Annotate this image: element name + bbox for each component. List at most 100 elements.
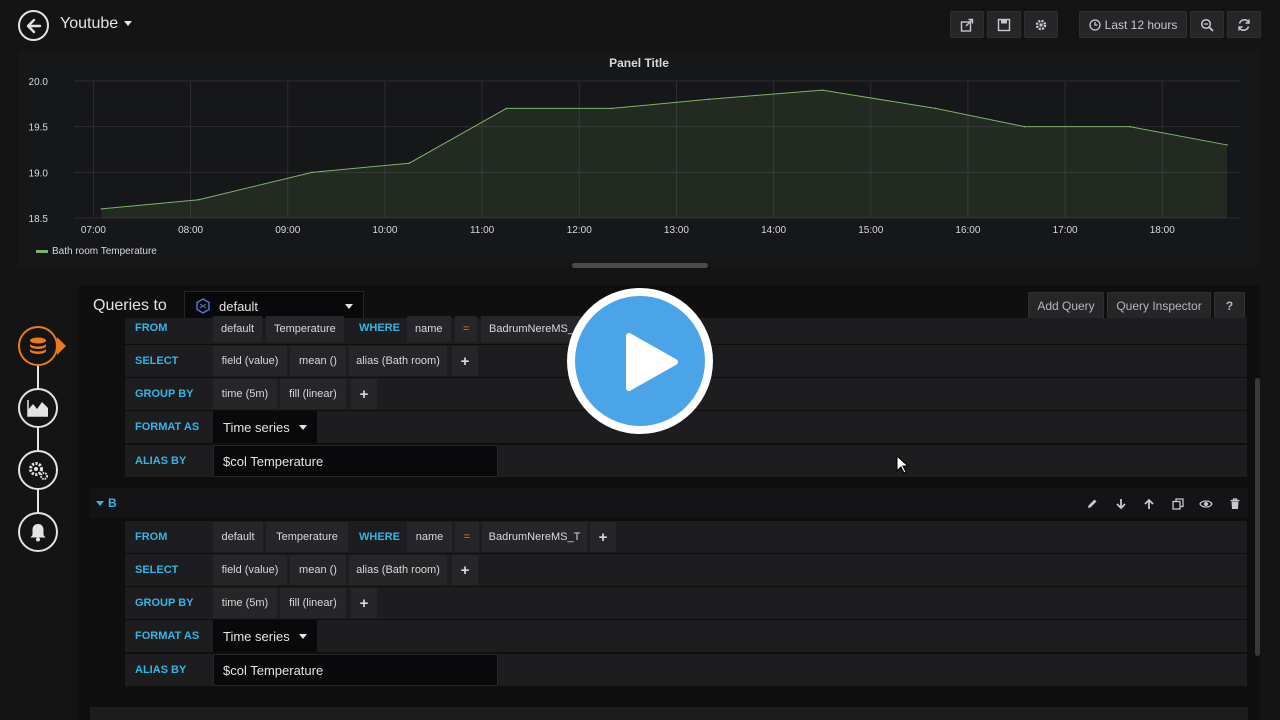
chevron-down-icon [124, 21, 133, 27]
format-as-value: Time series [223, 419, 290, 435]
data-point [934, 107, 937, 110]
toggle-visibility-button[interactable] [1198, 496, 1214, 512]
from-measurement-segment[interactable]: Temperature [266, 316, 344, 342]
data-point [1129, 125, 1131, 128]
x-tick-label: 16:00 [955, 225, 980, 236]
alert-tab[interactable] [18, 512, 58, 552]
alias-by-input[interactable]: $col Temperature [213, 654, 498, 686]
query-b-toggle[interactable]: B [96, 496, 117, 510]
add-where-button[interactable]: + [590, 522, 616, 552]
graph-panel[interactable]: Panel Title 20.0 19.5 19.0 18.5 07:00 08:00 09… [18, 50, 1260, 266]
where-operator-segment[interactable]: = [455, 522, 479, 552]
area-chart-icon [27, 400, 48, 417]
add-group-by-button[interactable]: + [351, 588, 377, 618]
play-button-disc [575, 296, 705, 426]
from-database-segment[interactable]: default [213, 316, 263, 342]
where-key-segment[interactable]: name [407, 522, 452, 552]
select-field-segment[interactable]: field (value) [213, 555, 287, 585]
save-dashboard-button[interactable] [987, 11, 1021, 38]
format-as-select[interactable]: Time series [213, 411, 317, 443]
format-as-keyword: FORMAT AS [135, 421, 200, 433]
query-b-header[interactable] [90, 488, 1248, 518]
gears-icon [29, 462, 48, 480]
queries-tab[interactable] [18, 326, 58, 366]
time-picker-button[interactable]: Last 12 hours [1079, 11, 1187, 38]
move-down-button[interactable] [1113, 496, 1129, 512]
from-keyword: FROM [135, 322, 168, 334]
group-fill-segment[interactable]: fill (linear) [280, 588, 346, 618]
group-fill-segment[interactable]: fill (linear) [280, 379, 346, 409]
editor-scrollbar[interactable] [1255, 378, 1260, 656]
query-b-alias-row: ALIAS BY $col Temperature [125, 654, 1247, 686]
panel-resize-handle[interactable] [572, 263, 708, 268]
where-key-segment[interactable]: name [407, 316, 451, 342]
move-up-button[interactable] [1141, 496, 1157, 512]
data-point [311, 171, 313, 174]
visualization-tab[interactable] [18, 388, 58, 428]
duplicate-query-button[interactable] [1170, 496, 1186, 512]
settings-button[interactable] [1024, 11, 1058, 38]
from-database-segment[interactable]: default [213, 522, 263, 552]
dashboard-title-text: Youtube [60, 15, 119, 32]
gear-icon [1035, 19, 1047, 30]
share-button[interactable] [950, 11, 984, 38]
group-by-keyword: GROUP BY [135, 388, 194, 400]
x-tick-label: 09:00 [275, 225, 300, 236]
select-function-segment[interactable]: mean () [290, 555, 346, 585]
where-value-segment[interactable]: BadrumNereMS_ [481, 316, 582, 342]
where-keyword: WHERE [359, 322, 400, 334]
query-b-select-row: SELECT field (value) mean () alias (Bath… [125, 554, 1247, 586]
where-keyword: WHERE [359, 531, 400, 543]
add-group-by-button[interactable]: + [351, 379, 377, 409]
data-point [1023, 125, 1026, 128]
from-measurement-segment[interactable]: Temperature [266, 522, 348, 552]
select-alias-segment[interactable]: alias (Bath room) [349, 346, 447, 376]
select-alias-segment[interactable]: alias (Bath room) [349, 555, 447, 585]
refresh-button[interactable] [1227, 11, 1261, 38]
general-settings-tab[interactable] [18, 450, 58, 490]
y-tick-label: 19.0 [29, 168, 49, 179]
mouse-cursor-icon [896, 455, 910, 474]
add-query-button[interactable]: Add Query [1028, 292, 1104, 320]
x-tick-label: 14:00 [761, 225, 786, 236]
clock-icon [1088, 18, 1101, 31]
influxdb-icon [196, 298, 210, 314]
select-keyword: SELECT [135, 355, 179, 367]
alias-by-input[interactable]: $col Temperature [213, 445, 498, 477]
query-inspector-button[interactable]: Query Inspector [1107, 292, 1211, 320]
group-by-keyword: GROUP BY [135, 597, 194, 609]
select-keyword: SELECT [135, 564, 179, 576]
legend-series-label: Bath room Temperature [52, 246, 157, 257]
format-as-value: Time series [223, 628, 290, 644]
format-as-select[interactable]: Time series [213, 620, 317, 652]
group-time-segment[interactable]: time (5m) [213, 379, 277, 409]
dashboard-title[interactable]: Youtube [60, 15, 133, 33]
edit-query-button[interactable] [1084, 496, 1100, 512]
zoom-out-button[interactable] [1190, 11, 1224, 38]
x-tick-label: 12:00 [567, 225, 592, 236]
bell-icon [30, 524, 46, 542]
remove-query-button[interactable] [1227, 496, 1243, 512]
chevron-down-icon [299, 425, 307, 430]
select-function-segment[interactable]: mean () [290, 346, 346, 376]
alias-by-keyword: ALIAS BY [135, 455, 187, 467]
select-field-segment[interactable]: field (value) [213, 346, 287, 376]
video-play-button[interactable] [567, 288, 713, 434]
eye-icon [1199, 500, 1213, 508]
group-time-segment[interactable]: time (5m) [213, 588, 277, 618]
where-operator-segment[interactable]: = [455, 316, 478, 342]
x-tick-label: 07:00 [81, 225, 106, 236]
help-button[interactable]: ? [1214, 292, 1245, 320]
data-point [821, 89, 823, 91]
add-select-button[interactable]: + [452, 346, 478, 376]
y-tick-label: 20.0 [29, 77, 49, 88]
add-select-button[interactable]: + [452, 555, 478, 585]
data-point [610, 107, 613, 110]
x-tick-label: 08:00 [178, 225, 203, 236]
where-value-segment[interactable]: BadrumNereMS_T [482, 522, 587, 552]
series-area [101, 90, 1228, 218]
chart-legend[interactable]: Bath room Temperature [36, 246, 157, 257]
zoom-out-icon [1200, 18, 1214, 32]
x-tick-label: 18:00 [1150, 225, 1175, 236]
back-button[interactable] [18, 10, 49, 41]
